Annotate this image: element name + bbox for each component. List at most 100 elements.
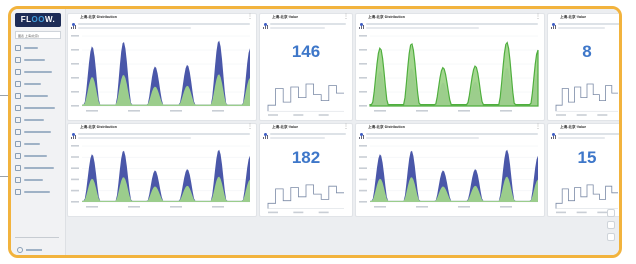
- sidebar-nav-label: [24, 154, 47, 157]
- sidebar-nav-item[interactable]: [15, 91, 61, 100]
- folder-icon: [15, 188, 21, 195]
- distribution-panel[interactable]: 上海-北京·Distribution ⋮: [355, 123, 545, 217]
- step-chart: [555, 184, 618, 214]
- x-tick-label: [374, 110, 386, 112]
- sidebar-nav-item[interactable]: [15, 151, 61, 160]
- sidebar-nav-item[interactable]: [15, 139, 61, 148]
- flow-icon: [15, 80, 21, 87]
- x-tick-label: [268, 211, 278, 214]
- distribution-chart: [71, 35, 250, 112]
- app-window: FLOOW. 图表 上海(北京) 上海-北京·Distribution ⋮ 上海-北…: [8, 6, 622, 258]
- value-panel[interactable]: 上海-北京·Value ⋮ 182: [259, 123, 353, 217]
- x-tick-label: [500, 206, 512, 208]
- report-icon: [15, 164, 21, 171]
- y-tick-label: [359, 105, 367, 107]
- y-tick-label: [71, 77, 79, 79]
- distribution-chart: [71, 145, 250, 208]
- distribution-chart: [359, 145, 538, 208]
- series-area-green: [370, 176, 538, 202]
- sidebar-nav-label: [24, 130, 51, 133]
- series-area-blue: [82, 40, 250, 106]
- x-tick-label: [86, 206, 98, 208]
- sidebar-nav-item[interactable]: [15, 67, 61, 76]
- sidebar-nav-item[interactable]: [15, 187, 61, 196]
- series-outline: [369, 41, 539, 107]
- sidebar-nav-label: [24, 166, 54, 169]
- y-tick-label: [71, 156, 79, 158]
- sidebar-nav-item[interactable]: [15, 79, 61, 88]
- workspace-selector[interactable]: 图表 上海(北京): [15, 31, 61, 39]
- sidebar-footer-item[interactable]: [17, 247, 42, 253]
- x-tick-label: [576, 114, 587, 116]
- y-tick-label: [71, 201, 79, 203]
- y-tick-label: [359, 145, 367, 147]
- x-tick-label: [170, 206, 182, 208]
- y-tick-label: [359, 201, 367, 203]
- sidebar-nav-item[interactable]: [15, 127, 61, 136]
- sidebar-nav-label: [24, 94, 48, 97]
- y-tick-label: [71, 91, 79, 93]
- x-tick-label: [500, 110, 512, 112]
- sidebar-nav-item[interactable]: [15, 115, 61, 124]
- y-tick-label: [359, 35, 367, 37]
- distribution-panel[interactable]: 上海-北京·Distribution ⋮: [67, 123, 257, 217]
- sidebar-nav-label: [24, 46, 38, 49]
- y-tick-label: [71, 178, 79, 181]
- sidebar-nav-label: [24, 106, 55, 109]
- y-tick-label: [71, 167, 79, 169]
- app-logo[interactable]: FLOOW.: [15, 13, 61, 27]
- y-tick-label: [359, 189, 367, 192]
- y-tick-label: [71, 105, 79, 107]
- x-tick-label: [128, 110, 140, 112]
- value-panel[interactable]: 上海-北京·Value⋮8: [547, 13, 619, 121]
- series-area-blue: [82, 149, 250, 202]
- sidebar-nav-item[interactable]: [15, 55, 61, 64]
- y-tick-label: [359, 156, 367, 158]
- value-panel[interactable]: 上海-北京·Value⋮15: [547, 123, 619, 217]
- sidebar-nav-item[interactable]: [15, 43, 61, 52]
- distribution-chart: [359, 35, 539, 112]
- series-area-green: [82, 74, 250, 106]
- sidebar-nav-label: [24, 70, 52, 73]
- sidebar-nav-label: [24, 118, 44, 121]
- users-icon: [15, 116, 21, 123]
- sidebar-nav-label: [24, 58, 45, 61]
- series-area-blue: [370, 149, 538, 202]
- layers-icon: [15, 176, 21, 183]
- x-tick-label: [416, 110, 428, 112]
- step-chart: [555, 83, 618, 116]
- x-tick-label: [597, 114, 608, 116]
- bell-icon: [15, 152, 21, 159]
- sidebar-nav-label: [24, 190, 50, 193]
- step-line: [555, 83, 618, 112]
- dashboard-icon: [15, 44, 21, 51]
- user-icon: [17, 247, 23, 253]
- zoom-out-button[interactable]: [607, 221, 615, 229]
- list-icon: [15, 56, 21, 63]
- fit-view-button[interactable]: [607, 233, 615, 241]
- distribution-panel[interactable]: 上海-北京·Distribution ⋮: [67, 13, 257, 121]
- y-tick-label: [71, 189, 79, 192]
- search-icon: [15, 68, 21, 75]
- y-tick-label: [359, 63, 367, 65]
- sidebar-divider: [15, 237, 59, 238]
- y-tick-label: [359, 49, 367, 51]
- sidebar-nav-label: [24, 142, 40, 145]
- x-tick-label: [597, 211, 608, 214]
- x-tick-label: [293, 114, 304, 116]
- x-tick-label: [416, 206, 428, 208]
- y-tick-label: [359, 178, 367, 181]
- y-tick-label: [71, 49, 79, 51]
- distribution-panel[interactable]: 上海-北京·Distribution ⋮: [355, 13, 545, 121]
- sidebar-nav-label: [24, 178, 43, 181]
- zoom-in-button[interactable]: [607, 209, 615, 217]
- x-tick-label: [458, 206, 470, 208]
- value-panel[interactable]: 上海-北京·Value ⋮ 146: [259, 13, 353, 121]
- sidebar-nav-item[interactable]: [15, 175, 61, 184]
- x-tick-label: [374, 206, 386, 208]
- y-tick-label: [359, 91, 367, 93]
- x-tick-label: [458, 110, 470, 112]
- x-tick-label: [170, 110, 182, 112]
- sidebar-nav-item[interactable]: [15, 103, 61, 112]
- sidebar-nav-item[interactable]: [15, 163, 61, 172]
